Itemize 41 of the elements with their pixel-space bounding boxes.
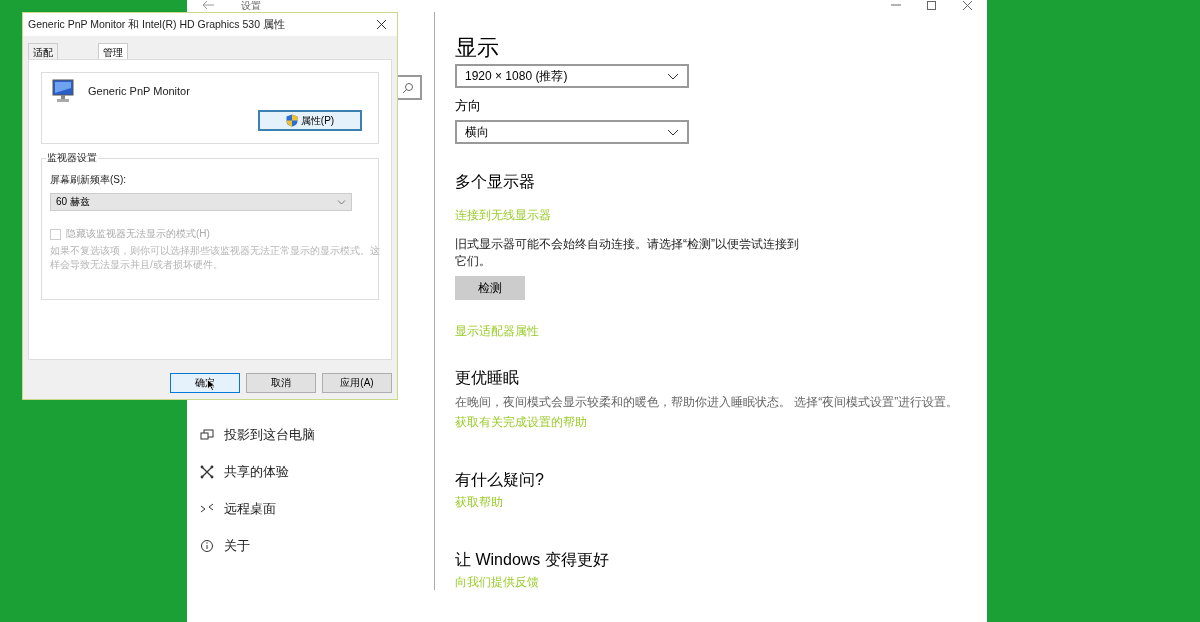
description-text: 旧式显示器可能不会始终自动连接。请选择“检测”以便尝试连接到它们。 (455, 236, 800, 270)
chevron-down-icon (337, 199, 346, 205)
field-label: 屏幕刷新频率(S): (50, 173, 128, 187)
projector-icon (200, 427, 214, 442)
device-name: Generic PnP Monitor (88, 85, 190, 97)
note-text: 如果不复选该项，则你可以选择那些该监视器无法正常显示的显示模式。这样会导致无法显示并且/或者损坏硬件。 (50, 244, 381, 272)
refresh-rate-dropdown[interactable]: 60 赫兹 (50, 193, 352, 211)
dropdown[interactable]: 1920 × 1080 (推荐) (455, 64, 689, 88)
tab[interactable]: 管理 (98, 43, 128, 59)
group-title: 监视器设置 (46, 151, 98, 165)
nav-item[interactable]: 共享的体验 (187, 453, 434, 490)
section-heading: 更优睡眠 (455, 368, 519, 388)
dropdown[interactable]: 横向 (455, 120, 689, 144)
window-title: 设置 (241, 0, 261, 11)
dialog-button[interactable]: 取消 (246, 373, 316, 393)
close-icon[interactable] (376, 19, 387, 30)
nav-item[interactable]: 投影到这台电脑 (187, 416, 434, 453)
back-icon[interactable] (201, 0, 215, 10)
chevron-down-icon (667, 72, 679, 80)
window-title: Generic PnP Monitor 和 Intel(R) HD Graphics 530 属性 (28, 17, 285, 32)
nav-item[interactable]: 关于 (187, 527, 434, 564)
section-heading: 多个显示器 (455, 172, 535, 192)
checkbox-option: 隐藏该监视器无法显示的模式(H) (50, 227, 370, 241)
close-icon[interactable] (962, 0, 973, 11)
properties-button[interactable]: 属性(P) (258, 110, 362, 131)
section-heading: 让 Windows 变得更好 (455, 550, 609, 570)
info-icon (200, 538, 214, 553)
detect-button[interactable]: 检测 (455, 276, 525, 300)
page-title: 显示 (455, 34, 499, 62)
chevron-down-icon (667, 128, 679, 136)
search-icon (402, 81, 414, 94)
field-label: 方向 (455, 98, 481, 114)
share-icon (200, 464, 214, 479)
shield-icon (285, 114, 298, 127)
monitor-icon (52, 79, 74, 103)
nav-item[interactable]: 远程桌面 (187, 490, 434, 527)
tab[interactable]: 适配 (28, 43, 58, 59)
dialog-button[interactable]: 应用(A) (322, 373, 392, 393)
description-text: 在晚间，夜间模式会显示较柔和的暖色，帮助你进入睡眠状态。 选择“夜间模式设置”进行设置。 (455, 394, 959, 410)
maximize-icon[interactable] (926, 0, 937, 11)
section-heading: 有什么疑问? (455, 470, 544, 490)
